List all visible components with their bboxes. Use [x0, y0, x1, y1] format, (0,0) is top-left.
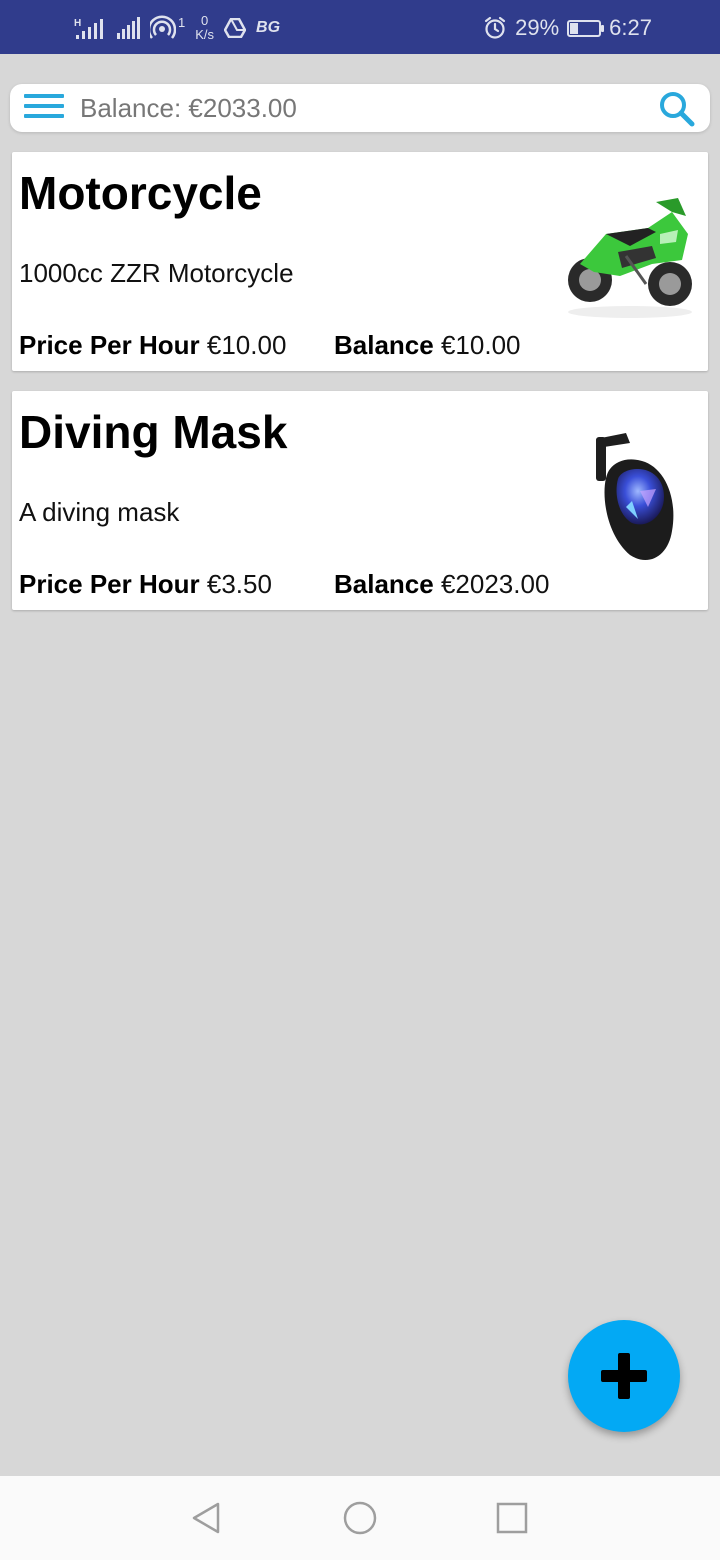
network-speed-unit: K/s	[195, 27, 215, 42]
menu-icon-line	[24, 104, 64, 108]
price-label: Price Per Hour	[19, 330, 200, 360]
drive-icon	[224, 18, 247, 38]
item-card-motorcycle[interactable]: Motorcycle 1000cc ZZR Motorcycle Price P…	[12, 152, 708, 371]
search-button[interactable]	[658, 90, 696, 128]
system-nav-bar	[0, 1476, 720, 1560]
item-balance: Balance €2023.00	[334, 569, 549, 600]
add-item-button[interactable]	[568, 1320, 680, 1432]
menu-icon-line	[24, 114, 64, 118]
item-list: Motorcycle 1000cc ZZR Motorcycle Price P…	[12, 152, 708, 630]
menu-button[interactable]	[24, 94, 66, 122]
item-price: Price Per Hour €10.00	[19, 330, 286, 361]
home-button[interactable]	[340, 1498, 380, 1538]
signal-icon	[117, 17, 140, 39]
item-card-diving-mask[interactable]: Diving Mask A diving mask Price Per Hour…	[12, 391, 708, 610]
battery-icon	[567, 19, 605, 37]
svg-text:H: H	[74, 18, 81, 29]
clock: 6:27	[609, 15, 652, 40]
battery-fill	[570, 22, 579, 34]
item-description: 1000cc ZZR Motorcycle	[19, 258, 294, 288]
alarm-icon	[485, 16, 506, 39]
balance-value: €10.00	[440, 330, 521, 360]
price-value: €10.00	[206, 330, 287, 360]
status-right: 29% 6:27	[483, 10, 652, 46]
item-title: Motorcycle	[19, 167, 262, 219]
recents-icon	[496, 1502, 528, 1534]
signal-h-icon: H	[74, 18, 103, 39]
motorcycle-image	[568, 198, 692, 318]
carrier-tag: BG	[256, 19, 281, 36]
search-icon	[660, 92, 695, 127]
item-balance: Balance €10.00	[334, 330, 521, 361]
back-icon	[192, 1502, 220, 1534]
balance-label: Balance	[334, 569, 434, 599]
status-bar: H 1 0 K/s BG 29% 6:27	[0, 0, 720, 54]
hotspot-icon	[150, 15, 176, 39]
status-left: H 1 0 K/s BG	[72, 10, 280, 46]
price-label: Price Per Hour	[19, 569, 200, 599]
battery-percent: 29%	[515, 15, 560, 40]
balance-label: Balance	[334, 330, 434, 360]
home-icon	[343, 1501, 377, 1535]
hotspot-count: 1	[178, 15, 186, 30]
item-description: A diving mask	[19, 497, 180, 527]
network-speed: 0 K/s	[195, 14, 214, 42]
search-bar	[10, 84, 710, 132]
balance-value: €2023.00	[440, 569, 550, 599]
back-button[interactable]	[186, 1498, 226, 1538]
menu-icon	[24, 94, 64, 98]
search-input[interactable]	[80, 91, 640, 125]
diving-mask-image	[596, 433, 674, 561]
item-title: Diving Mask	[19, 406, 288, 458]
item-price: Price Per Hour €3.50	[19, 569, 272, 600]
price-value: €3.50	[206, 569, 272, 599]
plus-icon	[601, 1353, 647, 1399]
network-speed-value: 0	[201, 13, 209, 28]
recents-button[interactable]	[492, 1498, 532, 1538]
